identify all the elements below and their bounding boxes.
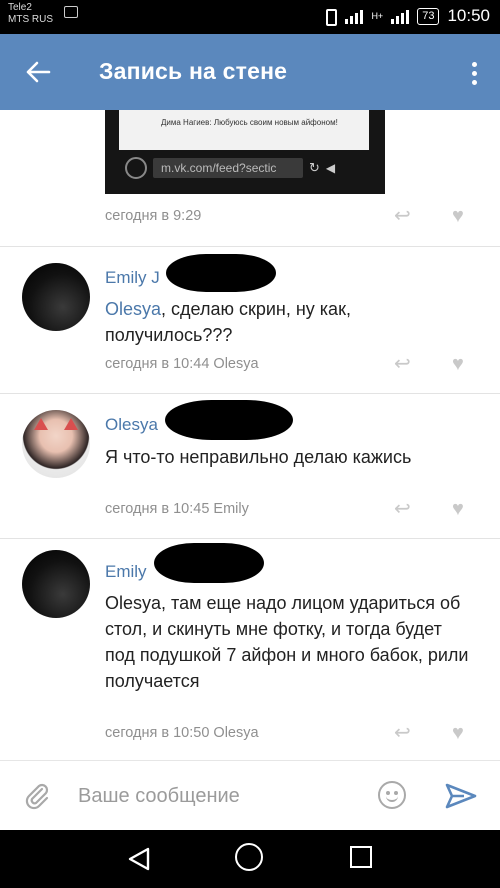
clock: 10:50 [447, 6, 490, 25]
mention-link[interactable]: Olesya [105, 299, 161, 319]
nav-recents-icon[interactable] [350, 846, 372, 868]
browser-url-bar: m.vk.com/feed?sectic ↻ ◀ [125, 154, 371, 182]
comment-text: Olesya, там еще надо лицом удариться об … [105, 593, 469, 691]
avatar[interactable] [22, 410, 90, 478]
reload-icon: ↻ [309, 160, 320, 175]
comment-author[interactable]: Olesya [105, 415, 158, 435]
signal-icon [345, 8, 364, 24]
reply-icon[interactable]: ↩ [394, 499, 411, 519]
overflow-menu-button[interactable] [462, 56, 486, 90]
arrow-left-icon [26, 61, 51, 83]
post-timestamp: сегодня в 9:29 [105, 208, 202, 224]
system-nav-bar [0, 830, 500, 888]
redaction-mark [165, 400, 293, 440]
carrier-line-1: Tele2 [8, 2, 32, 13]
redaction-mark [166, 254, 276, 292]
vertical-dots-icon [471, 61, 477, 67]
heart-icon[interactable]: ♥ [452, 723, 464, 743]
carrier-line-2: MTS RUS [8, 14, 53, 25]
sim-icon [64, 6, 78, 18]
comment-timestamp: сегодня в 10:45 Emily [105, 501, 249, 517]
avatar[interactable] [22, 550, 90, 618]
tabs-icon [125, 157, 147, 179]
divider [0, 393, 500, 394]
message-input-bar [0, 760, 500, 830]
send-icon[interactable] [444, 781, 478, 811]
comment-timestamp: сегодня в 10:50 Olesya [105, 725, 259, 741]
heart-icon[interactable]: ♥ [452, 206, 464, 226]
status-icons: H+ 73 10:50 [323, 6, 490, 26]
comment-author[interactable]: Emily J [105, 268, 160, 288]
nav-back-icon[interactable] [126, 846, 152, 872]
reply-icon[interactable]: ↩ [394, 206, 411, 226]
network-type: H+ [371, 11, 384, 21]
vibrate-icon [323, 8, 338, 26]
divider [0, 246, 500, 247]
status-bar: Tele2 MTS RUS H+ 73 10:50 [0, 0, 500, 34]
emoji-icon[interactable] [378, 781, 406, 809]
redaction-mark [154, 543, 264, 583]
reply-icon[interactable]: ↩ [394, 723, 411, 743]
comment-text: Olesya, сделаю скрин, ну как, получилось… [105, 296, 445, 348]
nav-home-icon[interactable] [235, 843, 263, 871]
battery-indicator: 73 [417, 7, 440, 25]
carrier-label: Tele2 MTS RUS [8, 2, 53, 26]
page-title: Запись на стене [99, 58, 288, 84]
comment-text: Я что-то неправильно делаю кажись [105, 447, 412, 467]
divider [0, 538, 500, 539]
post-screenshot: Дима Нагиев: Любуюсь своим новым айфоном… [119, 110, 369, 150]
paperclip-icon[interactable] [22, 781, 52, 811]
comment-timestamp: сегодня в 10:44 Olesya [105, 356, 259, 372]
post-caption: Дима Нагиев: Любуюсь своим новым айфоном… [161, 118, 338, 127]
reply-icon[interactable]: ↩ [394, 354, 411, 374]
cat-ear-decoration [64, 418, 78, 430]
heart-icon[interactable]: ♥ [452, 354, 464, 374]
heart-icon[interactable]: ♥ [452, 499, 464, 519]
avatar[interactable] [22, 263, 90, 331]
comments-feed[interactable]: Дима Нагиев: Любуюсь своим новым айфоном… [0, 110, 500, 760]
back-button[interactable] [18, 54, 58, 90]
signal-icon-2 [391, 8, 410, 24]
app-header: Запись на стене [0, 34, 500, 110]
message-input[interactable] [78, 781, 358, 811]
url-text: m.vk.com/feed?sectic [153, 158, 303, 178]
post-image[interactable]: Дима Нагиев: Любуюсь своим новым айфоном… [105, 110, 385, 194]
comment-author[interactable]: Emily [105, 562, 147, 582]
speaker-icon: ◀ [325, 161, 336, 175]
cat-ear-decoration [34, 418, 48, 430]
